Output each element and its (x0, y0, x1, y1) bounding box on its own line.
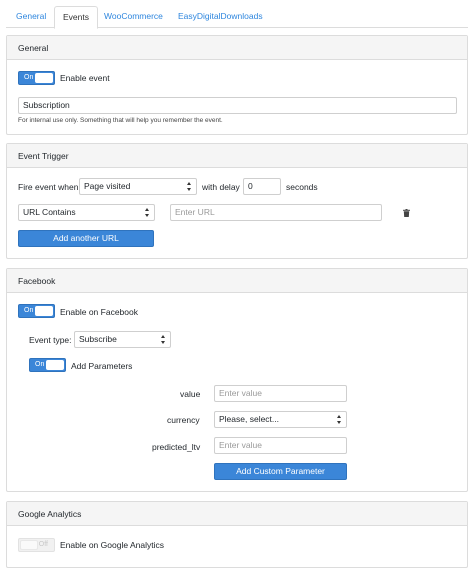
param-name-predicted-ltv: predicted_ltv (152, 442, 201, 452)
event-type-select-value: Subscribe (79, 334, 117, 344)
general-panel-title: General (7, 36, 467, 60)
fire-event-select[interactable]: Page visited (79, 178, 197, 195)
toggle-state-label: On (24, 307, 34, 314)
toggle-knob (46, 360, 64, 370)
enable-event-label: Enable event (60, 73, 110, 83)
trash-icon[interactable] (403, 209, 410, 217)
toggle-state-label: On (24, 74, 34, 81)
enable-event-toggle[interactable]: On (18, 71, 55, 85)
url-input[interactable]: Enter URL (170, 204, 382, 221)
google-analytics-panel-title: Google Analytics (7, 502, 467, 526)
facebook-panel-title: Facebook (7, 269, 467, 293)
toggle-knob (35, 73, 53, 83)
enable-google-analytics-toggle[interactable]: Off (18, 538, 55, 552)
param-name-currency: currency (167, 415, 200, 425)
seconds-label: seconds (286, 182, 318, 192)
toggle-state-label: Off (38, 541, 48, 548)
event-name-input[interactable]: Subscription (18, 97, 457, 114)
param-predicted-ltv-input[interactable]: Enter value (214, 437, 347, 454)
facebook-panel: Facebook On Enable on Facebook Event typ… (6, 268, 468, 492)
param-name-value: value (180, 389, 201, 399)
tab-general[interactable]: General (8, 6, 54, 28)
toggle-state-label: On (35, 361, 45, 368)
param-value-input[interactable]: Enter value (214, 385, 347, 402)
toggle-knob (20, 540, 38, 550)
select-arrows-icon (161, 335, 166, 345)
select-arrows-icon (187, 182, 192, 192)
event-type-select[interactable]: Subscribe (74, 331, 171, 348)
tab-woocommerce[interactable]: WooCommerce (96, 6, 171, 28)
add-custom-parameter-button[interactable]: Add Custom Parameter (214, 463, 347, 480)
url-condition-select-value: URL Contains (23, 207, 76, 217)
fire-event-label: Fire event when (18, 182, 79, 192)
add-parameters-toggle[interactable]: On (29, 358, 66, 372)
delay-input[interactable]: 0 (243, 178, 281, 195)
toggle-knob (35, 306, 53, 316)
event-trigger-panel-title: Event Trigger (7, 144, 467, 168)
select-arrows-icon (337, 415, 342, 425)
tab-events[interactable]: Events (54, 6, 98, 29)
param-currency-select-value: Please, select... (219, 414, 280, 424)
url-condition-select[interactable]: URL Contains (18, 204, 155, 221)
add-url-button[interactable]: Add another URL (18, 230, 154, 247)
enable-facebook-toggle[interactable]: On (18, 304, 55, 318)
event-type-label: Event type: (29, 335, 72, 345)
general-panel: General On Enable event Subscription For… (6, 35, 468, 135)
google-analytics-panel: Google Analytics Off Enable on Google An… (6, 501, 468, 568)
tab-bar: General Events WooCommerce EasyDigitalDo… (6, 6, 468, 29)
enable-google-analytics-label: Enable on Google Analytics (60, 540, 164, 550)
select-arrows-icon (145, 208, 150, 218)
event-name-help-text: For internal use only. Something that wi… (18, 117, 223, 124)
delay-label: with delay (202, 182, 240, 192)
fire-event-select-value: Page visited (84, 181, 131, 191)
param-currency-select[interactable]: Please, select... (214, 411, 347, 428)
tab-easydigitaldownloads[interactable]: EasyDigitalDownloads (170, 6, 271, 28)
event-trigger-panel: Event Trigger Fire event when Page visit… (6, 143, 468, 259)
enable-facebook-label: Enable on Facebook (60, 307, 138, 317)
add-parameters-label: Add Parameters (71, 361, 133, 371)
